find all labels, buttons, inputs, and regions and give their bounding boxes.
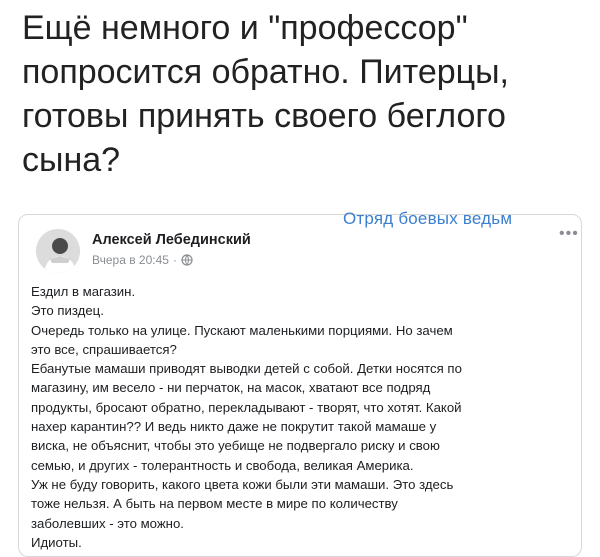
- post-line: это все, спрашивается?: [31, 341, 177, 357]
- globe-icon: [181, 254, 193, 266]
- post-card: Алексей Лебединский Вчера в 20:45 · ••• …: [18, 214, 582, 557]
- post-meta: Вчера в 20:45 ·: [92, 253, 193, 267]
- post-line: нахер карантин?? И ведь никто даже не по…: [31, 419, 437, 435]
- post-line: Ездил в магазин.: [31, 284, 136, 299]
- post-time[interactable]: Вчера в 20:45: [92, 253, 169, 267]
- post-line: Это пиздец.: [31, 303, 104, 319]
- author-name[interactable]: Алексей Лебединский: [92, 232, 251, 248]
- post-line: Уж не буду говорить, какого цвета кожи б…: [31, 476, 454, 492]
- watermark-text: Отряд боевых ведьм: [343, 209, 513, 228]
- more-options-icon[interactable]: •••: [559, 225, 579, 243]
- headline-line: Ещё немного и "профессор": [22, 9, 468, 47]
- post-line: заболевших - это можно.: [31, 515, 184, 531]
- headline-line: готовы принять своего беглого: [22, 97, 506, 135]
- headline-line: сына?: [22, 141, 121, 179]
- post-body: Ездил в магазин. Это пиздец. Очередь тол…: [31, 282, 571, 552]
- post-line: семью, и других - толерантность и свобод…: [31, 457, 414, 473]
- post-line: виска, не объяснит, чтобы это уебище не …: [31, 438, 440, 454]
- post-line: Очередь только на улице. Пускают маленьк…: [31, 322, 453, 338]
- post-line: магазину, им весело - ни перчаток, на ма…: [31, 380, 431, 396]
- post-line: Ебанутые мамаши приводят выводки детей с…: [31, 361, 462, 377]
- post-line: продукты, бросают обратно, перекладывают…: [31, 399, 462, 415]
- post-line: Идиоты.: [31, 534, 82, 550]
- meta-separator: ·: [172, 253, 177, 267]
- headline: Ещё немного и "профессор" попросится обр…: [22, 6, 592, 182]
- avatar[interactable]: [36, 229, 80, 273]
- post-line: тоже нельзя. А быть на первом месте в ми…: [31, 496, 398, 512]
- headline-line: попросится обратно. Питерцы,: [22, 53, 509, 91]
- avatar-photo-icon: [36, 229, 80, 273]
